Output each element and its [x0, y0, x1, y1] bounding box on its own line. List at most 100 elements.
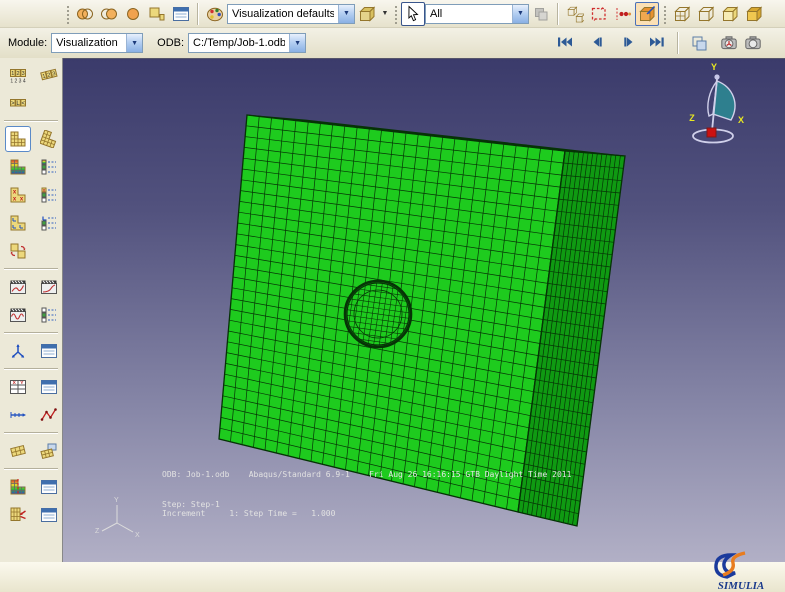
next-frame-button[interactable]: [617, 31, 641, 55]
color-code-defaults-combo[interactable]: Visualization defaults ▼: [227, 4, 355, 24]
animate-harmonic-button[interactable]: [5, 302, 31, 328]
xy-data-table-button[interactable]: XY: [5, 374, 31, 400]
visualization-toolbox: 1231 2 3 4123>L< xxxx XY: [0, 58, 63, 562]
prompt-area: [0, 562, 785, 592]
increment-text: Increment 1: Step Time = 1.000: [162, 509, 335, 518]
origin-triad: Y Z X: [95, 497, 140, 539]
svg-text:1 2 3 4: 1 2 3 4: [10, 79, 26, 85]
cut-manager-button[interactable]: [36, 438, 62, 464]
first-frame-button[interactable]: [553, 31, 577, 55]
free-body-cut-button[interactable]: [5, 502, 31, 528]
render-hidden-button[interactable]: [694, 2, 718, 26]
toolbox-separator: [4, 332, 58, 334]
previous-frame-button[interactable]: [585, 31, 609, 55]
combo-arrow-icon[interactable]: ▼: [126, 34, 142, 52]
odb-value: C:/Temp/Job-1.odb: [193, 37, 285, 49]
animation-camera-icon[interactable]: [717, 31, 741, 55]
selection-groups-icon: [529, 2, 553, 26]
svg-text:1: 1: [11, 71, 14, 77]
simulia-logo: SIMULIA: [701, 547, 781, 592]
toolbar-drag-handle[interactable]: [662, 4, 667, 24]
render-style-dropdown-icon[interactable]: ▼: [380, 10, 390, 17]
select-cursor-button[interactable]: [401, 2, 425, 26]
combo-arrow-icon[interactable]: ▼: [289, 34, 305, 52]
plot-deformed-button[interactable]: [36, 126, 62, 152]
select-entities-icon[interactable]: [611, 2, 635, 26]
view-cut-button[interactable]: [5, 474, 31, 500]
rotate-view-cube-button[interactable]: [635, 2, 659, 26]
toolbar-separator: [197, 3, 199, 25]
render-shaded-button[interactable]: [718, 2, 742, 26]
toolbar-drag-handle[interactable]: [65, 4, 70, 24]
toolbox-row: [0, 473, 62, 501]
boolean-union-icon[interactable]: [73, 2, 97, 26]
render-filled-button[interactable]: [742, 2, 766, 26]
overlay-plot-icon[interactable]: [687, 31, 711, 55]
create-cut-button[interactable]: [5, 438, 31, 464]
svg-text:Y: Y: [114, 497, 119, 504]
toolbox-row: [0, 401, 62, 429]
svg-text:X: X: [135, 532, 140, 539]
odb-combo[interactable]: C:/Temp/Job-1.odb ▼: [188, 33, 306, 53]
viewport-numbers-button[interactable]: 123: [36, 62, 62, 88]
plot-orientations-button[interactable]: [5, 210, 31, 236]
boolean-intersect-icon[interactable]: [97, 2, 121, 26]
toolbox-row: [0, 273, 62, 301]
plot-symbols-button[interactable]: xxx: [5, 182, 31, 208]
toolbox-row: [0, 237, 62, 265]
toolbar-drag-handle[interactable]: [393, 4, 398, 24]
path-tool-button[interactable]: [5, 402, 31, 428]
display-group-manager-button[interactable]: [169, 2, 193, 26]
animation-options-button[interactable]: [36, 302, 62, 328]
selection-filter-combo[interactable]: All ▼: [425, 4, 529, 24]
view-cut-manager-button[interactable]: [36, 474, 62, 500]
xy-plot-button[interactable]: [36, 402, 62, 428]
toolbox-separator: [4, 468, 58, 470]
svg-text:X: X: [738, 115, 744, 125]
combo-arrow-icon[interactable]: ▼: [512, 5, 528, 23]
render-wireframe-button[interactable]: [670, 2, 694, 26]
module-combo[interactable]: Visualization ▼: [51, 33, 143, 53]
svg-text:2: 2: [16, 71, 19, 77]
boolean-replace-icon[interactable]: [121, 2, 145, 26]
orientation-options-button[interactable]: [36, 210, 62, 236]
simulia-wordmark: SIMULIA: [718, 580, 764, 592]
toolbox-row: [0, 337, 62, 365]
animate-time-history-button[interactable]: [36, 274, 62, 300]
view-compass: Y Z X: [689, 62, 744, 143]
plot-undeformed-button[interactable]: [5, 126, 31, 152]
free-body-manager-button[interactable]: [36, 502, 62, 528]
toolbox-row: xxxx: [0, 181, 62, 209]
plot-contours-button[interactable]: [5, 154, 31, 180]
view-manipulation-cubes-icon[interactable]: [563, 2, 587, 26]
field-output-dialog-button[interactable]: [36, 338, 62, 364]
zoom-box-icon[interactable]: [587, 2, 611, 26]
svg-text:Y: Y: [711, 62, 717, 72]
overlay-swap-button[interactable]: [5, 238, 31, 264]
symbol-options-button[interactable]: x: [36, 182, 62, 208]
toolbox-row: [0, 125, 62, 153]
legend-minmax-button[interactable]: >L<: [5, 90, 31, 116]
toolbox-row: XY: [0, 373, 62, 401]
svg-text:>: >: [11, 101, 15, 107]
viewport-canvas[interactable]: Y Z X Y Z X ODB: Job-1.odb Abaqus/Standa…: [63, 58, 785, 563]
toolbox-row: 1231 2 3 4123: [0, 61, 62, 89]
toolbox-separator: [4, 368, 58, 370]
odb-title-text: ODB: Job-1.odb Abaqus/Standard 6.9-1 Fri…: [162, 470, 571, 479]
svg-text:Z: Z: [689, 113, 695, 123]
animate-scale-factor-button[interactable]: [5, 274, 31, 300]
create-display-group-button[interactable]: [145, 2, 169, 26]
toolbox-separator: [4, 120, 58, 122]
contour-options-button[interactable]: [36, 154, 62, 180]
xy-data-manager-button[interactable]: [36, 374, 62, 400]
meshed-part-plot: Y Z X Y Z X: [63, 59, 785, 563]
color-code-palette-icon[interactable]: [203, 2, 227, 26]
module-label: Module:: [8, 37, 47, 49]
render-style-cube-icon[interactable]: [355, 2, 379, 26]
combo-arrow-icon[interactable]: ▼: [338, 5, 354, 23]
field-output-tool-button[interactable]: [5, 338, 31, 364]
snapshot-camera-icon[interactable]: [741, 31, 765, 55]
last-frame-button[interactable]: [645, 31, 669, 55]
field-output-numbers-button[interactable]: 1231 2 3 4: [5, 62, 31, 88]
color-code-defaults-value: Visualization defaults: [232, 8, 334, 20]
